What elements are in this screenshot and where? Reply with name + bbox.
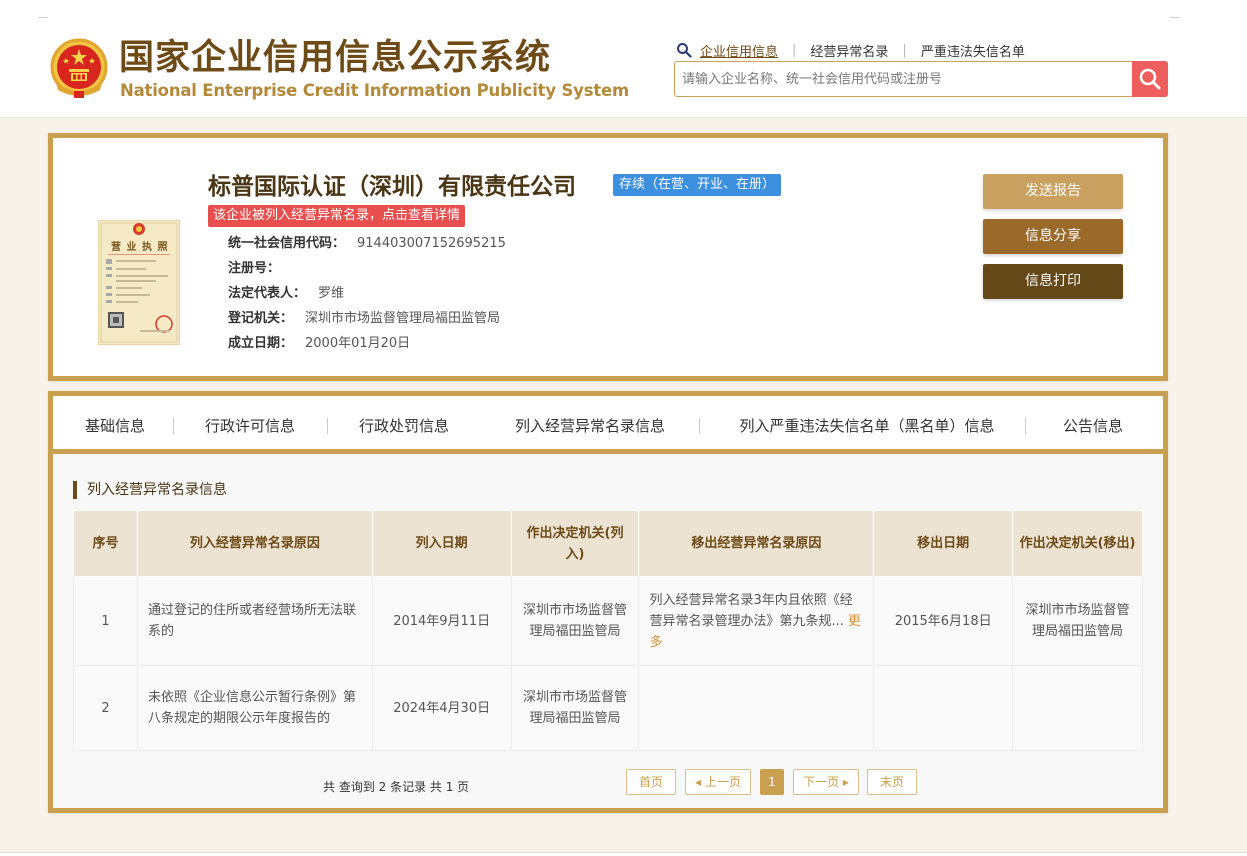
- cell-no: 2: [73, 665, 138, 751]
- tab-admin-license[interactable]: 行政许可信息: [193, 411, 307, 441]
- cell-reason-in: 通过登记的住所或者经营场所无法联系的: [136, 576, 373, 666]
- search-button[interactable]: [1132, 61, 1168, 97]
- abnormal-list-alert[interactable]: 该企业被列入经营异常名录，点击查看详情: [208, 205, 466, 227]
- magnifier-icon: [677, 43, 692, 58]
- abnormal-list-table: 序号 列入经营异常名录原因 列入日期 作出决定机关(列入) 移出经营异常名录原因…: [73, 510, 1143, 751]
- field-label: 登记机关：: [228, 311, 294, 326]
- nav-link-enterprise-credit[interactable]: 企业信用信息: [700, 41, 778, 60]
- cell-reason-out: 列入经营异常名录3年内且依照《经营异常名录管理办法》第九条规... 更多: [638, 576, 875, 666]
- send-report-button[interactable]: 发送报告: [983, 174, 1123, 209]
- reason-out-text: 列入经营异常名录3年内且依照《经营异常名录管理办法》第九条规...: [649, 592, 853, 629]
- cell-date-out: 2015年6月18日: [873, 576, 1014, 666]
- tab-separator: [327, 418, 328, 434]
- search-input[interactable]: [675, 62, 1133, 96]
- cell-no: 1: [73, 576, 138, 666]
- cell-authority-in: 深圳市市场监督管理局福田监管局: [510, 665, 640, 751]
- field-label: 注册号：: [228, 261, 281, 276]
- cell-date-in: 2024年4月30日: [371, 665, 512, 751]
- site-title-cn: 国家企业信用信息公示系统: [119, 38, 552, 78]
- tab-basic-info[interactable]: 基础信息: [73, 411, 157, 441]
- header-corner-mark: [1170, 17, 1180, 18]
- section-title: 列入经营异常名录信息: [73, 481, 227, 499]
- pager-last-button[interactable]: 末页: [867, 769, 917, 795]
- share-info-button[interactable]: 信息分享: [983, 219, 1123, 254]
- pager-first-button[interactable]: 首页: [626, 769, 676, 795]
- national-emblem-icon[interactable]: [50, 38, 108, 100]
- search-icon: [1139, 68, 1161, 90]
- table-row: 1 通过登记的住所或者经营场所无法联系的 2014年9月11日 深圳市市场监督管…: [73, 576, 1143, 666]
- abnormal-list-panel: 基础信息 行政许可信息 行政处罚信息 列入经营异常名录信息 列入严重违法失信名单…: [48, 391, 1168, 813]
- field-value: 罗维: [318, 286, 345, 301]
- cell-reason-in: 未依照《企业信息公示暂行条例》第八条规定的期限公示年度报告的: [136, 665, 373, 751]
- tab-bar: 基础信息 行政许可信息 行政处罚信息 列入经营异常名录信息 列入严重违法失信名单…: [53, 396, 1163, 454]
- col-header-reason-in: 列入经营异常名录原因: [136, 510, 373, 577]
- tab-announcements[interactable]: 公告信息: [1051, 411, 1135, 441]
- company-info-panel: 营 业 执 照 标普国际认证（深圳）有限责任公司 存续（在营、开业、在册） 该企…: [48, 133, 1168, 381]
- company-name: 标普国际认证（深圳）有限责任公司: [208, 174, 576, 200]
- nav-link-blacklist[interactable]: 严重违法失信名单: [921, 41, 1025, 60]
- pager-current-page[interactable]: 1: [760, 769, 784, 795]
- field-credit-code: 统一社会信用代码： 914403007152695215: [228, 235, 506, 253]
- nav-separator: |: [792, 42, 797, 58]
- header-corner-mark: [38, 17, 48, 18]
- status-badge: 存续（在营、开业、在册）: [613, 174, 782, 196]
- table-header-row: 序号 列入经营异常名录原因 列入日期 作出决定机关(列入) 移出经营异常名录原因…: [73, 510, 1143, 577]
- field-value: 深圳市市场监督管理局福田监管局: [305, 311, 501, 326]
- field-value: 914403007152695215: [357, 236, 506, 251]
- tab-abnormal-list[interactable]: 列入经营异常名录信息: [493, 411, 687, 441]
- pager-summary: 共 查询到 2 条记录 共 1 页: [323, 780, 470, 794]
- cell-authority-in: 深圳市市场监督管理局福田监管局: [510, 576, 640, 666]
- search-box: [674, 61, 1168, 97]
- pager-prev-button[interactable]: ◂ 上一页: [685, 769, 751, 795]
- top-nav-links: 企业信用信息 | 经营异常名录 | 严重违法失信名单: [676, 40, 1025, 60]
- field-legal-rep: 法定代表人： 罗维: [228, 285, 344, 303]
- cell-date-in: 2014年9月11日: [371, 576, 512, 666]
- cell-authority-out: 深圳市市场监督管理局福田监管局: [1012, 576, 1143, 666]
- table-row: 2 未依照《企业信息公示暂行条例》第八条规定的期限公示年度报告的 2024年4月…: [73, 665, 1143, 751]
- field-label: 法定代表人：: [228, 286, 307, 301]
- pager-next-button[interactable]: 下一页 ▸: [793, 769, 859, 795]
- tab-separator: [1025, 418, 1026, 434]
- cell-date-out: [873, 665, 1014, 751]
- nav-link-abnormal-list[interactable]: 经营异常名录: [810, 41, 888, 60]
- nav-separator: |: [902, 42, 907, 58]
- tab-separator: [173, 418, 174, 434]
- print-info-button[interactable]: 信息打印: [983, 264, 1123, 299]
- tab-blacklist[interactable]: 列入严重违法失信名单（黑名单）信息: [723, 411, 1011, 441]
- cell-authority-out: [1012, 665, 1143, 751]
- site-header: 国家企业信用信息公示系统 National Enterprise Credit …: [0, 0, 1247, 118]
- col-header-authority-out: 作出决定机关(移出): [1012, 510, 1143, 577]
- field-label: 成立日期：: [228, 336, 294, 351]
- tab-separator: [699, 418, 700, 434]
- col-header-authority-in: 作出决定机关(列入): [510, 510, 640, 577]
- col-header-reason-out: 移出经营异常名录原因: [638, 510, 875, 577]
- tab-admin-penalty[interactable]: 行政处罚信息: [347, 411, 461, 441]
- field-value: 2000年01月20日: [305, 336, 411, 351]
- field-registration-authority: 登记机关： 深圳市市场监督管理局福田监管局: [228, 310, 500, 328]
- col-header-date-in: 列入日期: [371, 510, 512, 577]
- cell-reason-out: [638, 665, 875, 751]
- field-established-date: 成立日期： 2000年01月20日: [228, 335, 410, 353]
- col-header-date-out: 移出日期: [873, 510, 1014, 577]
- site-title-en: National Enterprise Credit Information P…: [120, 81, 629, 100]
- field-registration-no: 注册号：: [228, 260, 292, 278]
- field-label: 统一社会信用代码：: [228, 236, 346, 251]
- license-caption: 营 业 执 照: [111, 242, 169, 253]
- footer-edge: [0, 852, 1247, 856]
- col-header-no: 序号: [73, 510, 138, 577]
